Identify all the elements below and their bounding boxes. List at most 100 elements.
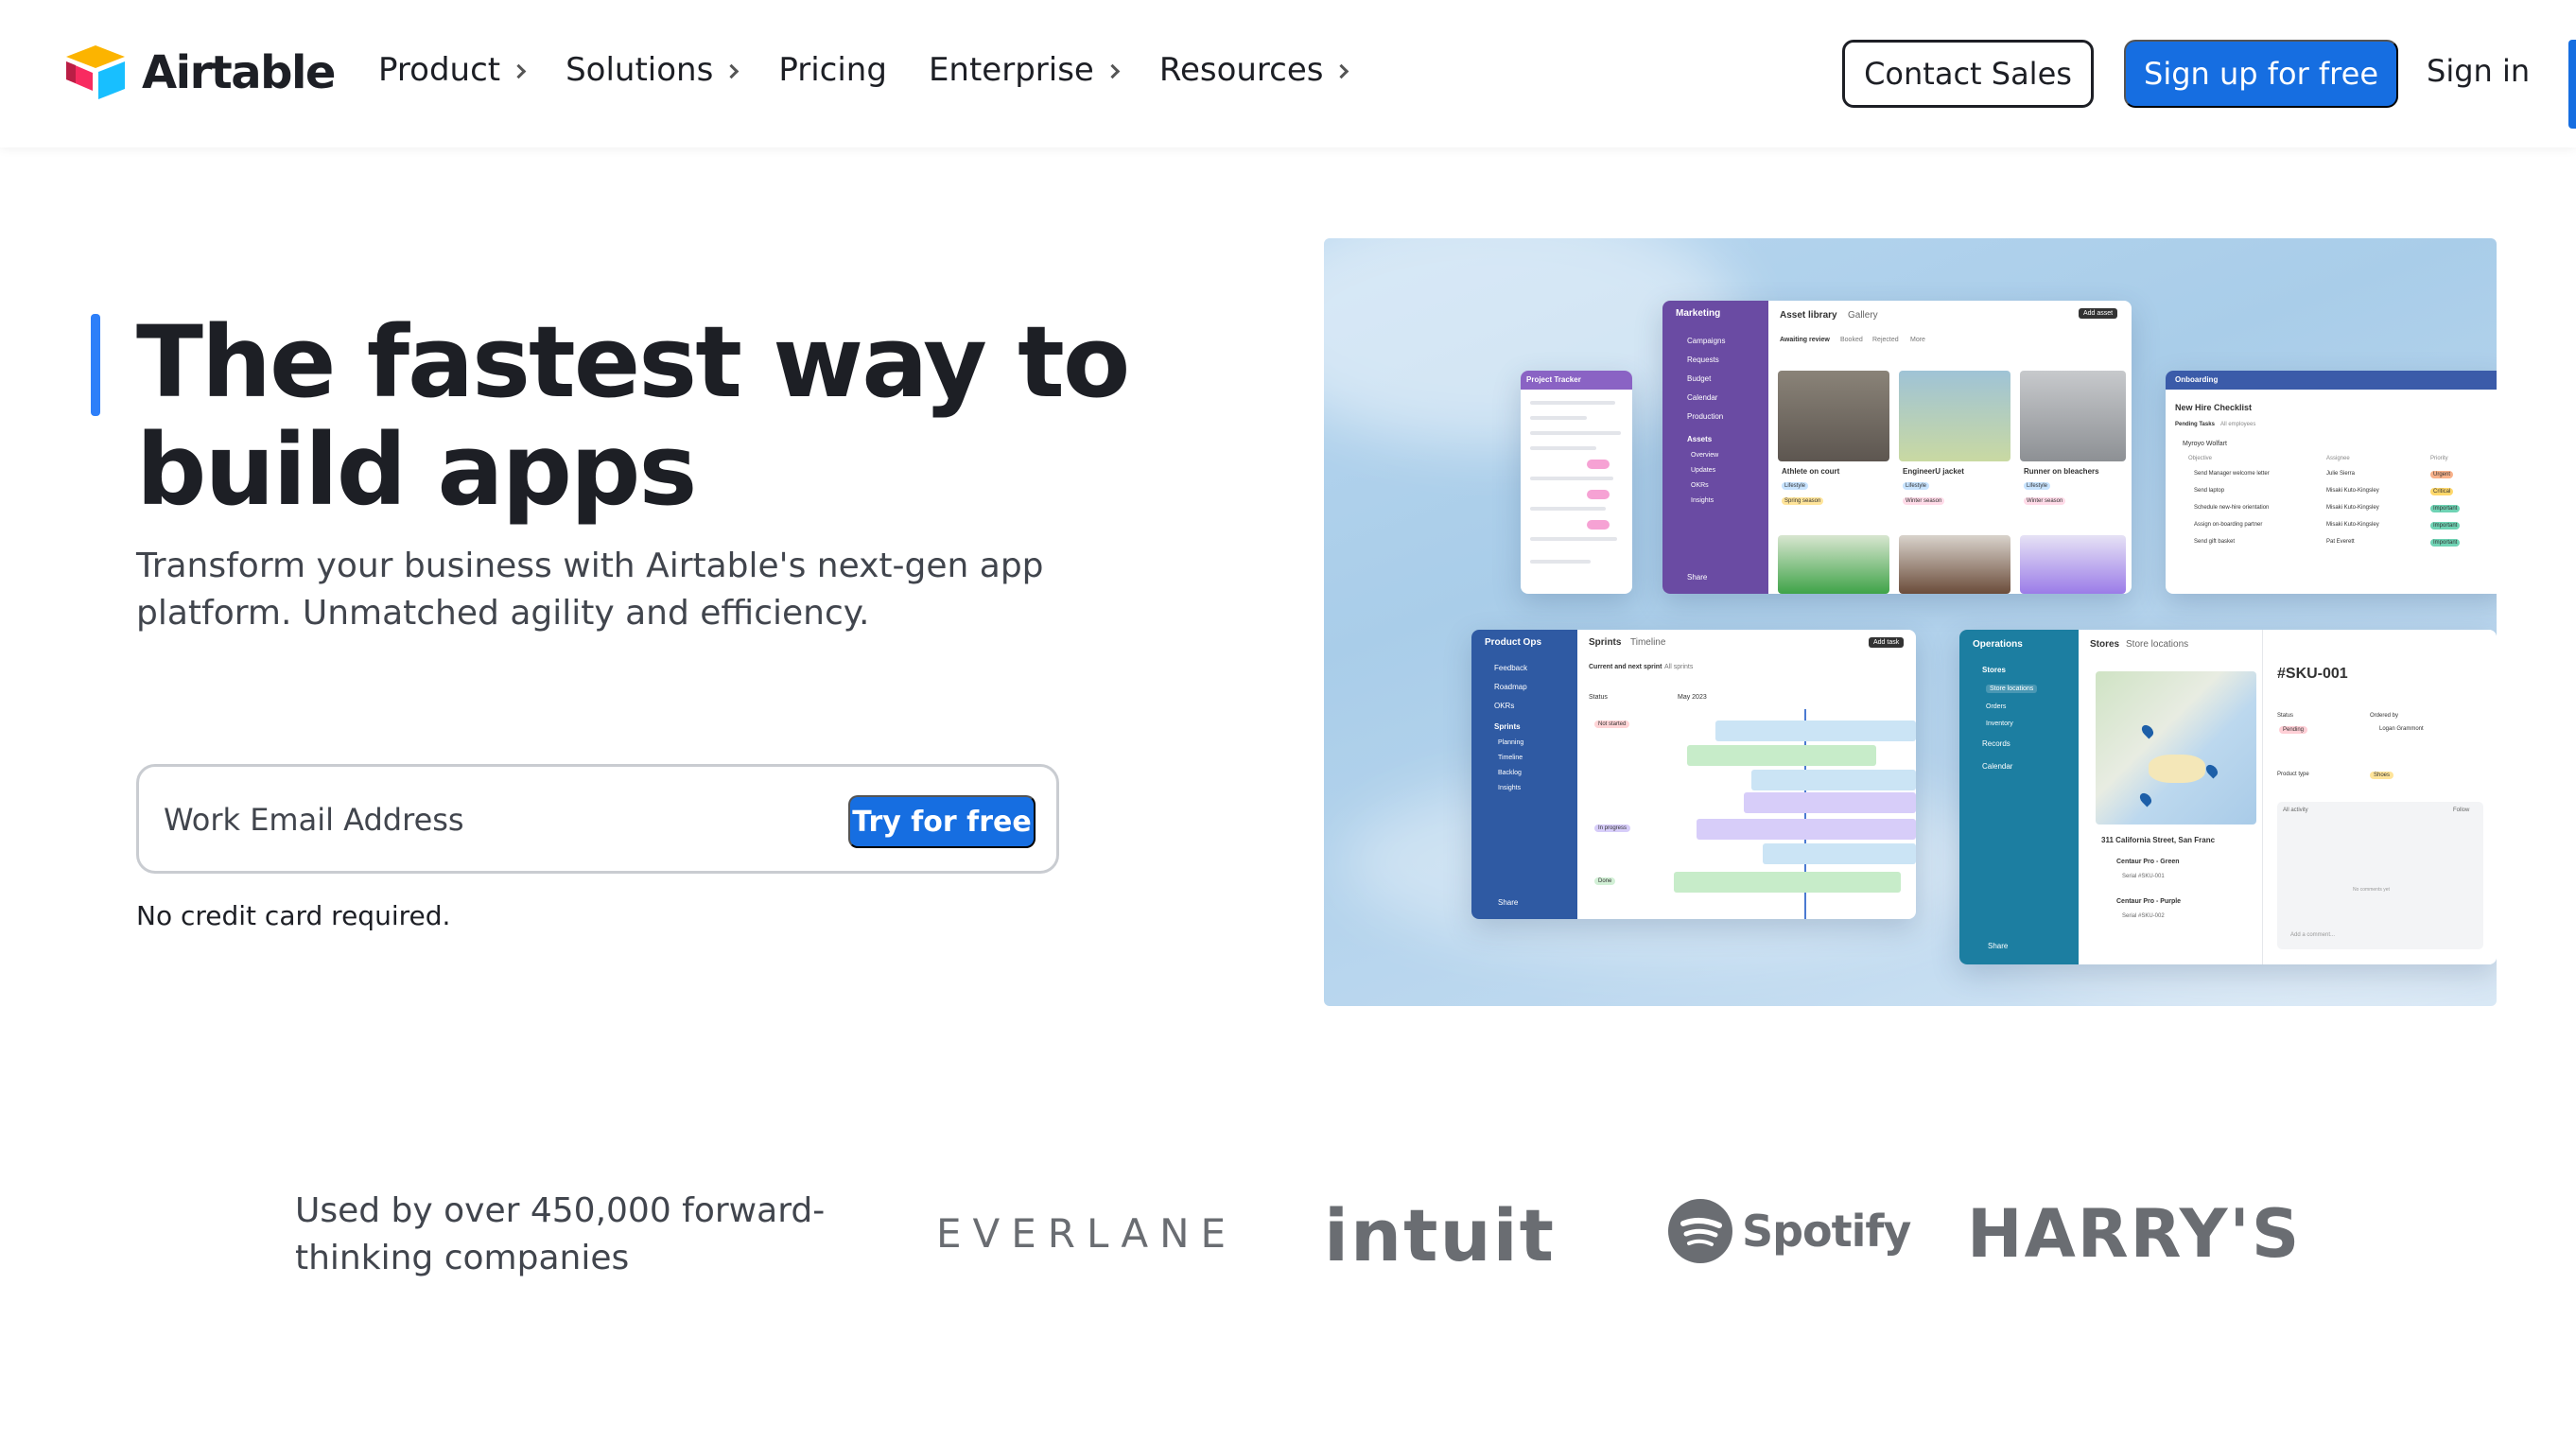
hero-subtitle-line1: Transform your business with Airtable's … xyxy=(136,547,1044,585)
spotify-logo: Spotify xyxy=(1668,1199,1911,1263)
store-map xyxy=(2096,671,2256,825)
nav-solutions[interactable]: Solutions xyxy=(566,51,740,89)
timeline-group: Done xyxy=(1594,877,1616,885)
sprints-view-name: Timeline xyxy=(1630,637,1666,648)
product-preview-image: Project Tracker Marketing Campaigns Requ… xyxy=(1324,238,2497,1006)
asset-tag: Winter season xyxy=(2024,497,2066,505)
product-ops-nav-item: Feedback xyxy=(1494,664,1528,672)
hero-title: The fastest way to build apps xyxy=(136,308,1176,524)
project-tracker-card: Project Tracker xyxy=(1521,371,1632,594)
sign-up-button[interactable]: Sign up for free xyxy=(2124,40,2398,108)
product-ops-nav-item: OKRs xyxy=(1494,702,1515,710)
top-navbar: Airtable Product Solutions Pricing Enter… xyxy=(0,0,2576,148)
sku-ordered-by-label: Ordered by xyxy=(2370,713,2399,719)
marketing-view-name: Gallery xyxy=(1848,310,1878,321)
hero-title-line1: The fastest way to xyxy=(136,304,1130,420)
onboarding-priority: Critical xyxy=(2430,488,2454,495)
operations-nav-item: Store locations xyxy=(1986,685,2038,693)
marketing-nav-item: Requests xyxy=(1687,356,1719,364)
brand-name: Airtable xyxy=(142,46,336,99)
contact-sales-button[interactable]: Contact Sales xyxy=(1842,40,2094,108)
onboarding-assignee: Misaki Kuto-Kingsley xyxy=(2326,505,2379,511)
sprints-table-name: Sprints xyxy=(1589,637,1622,648)
sku-no-comments: No comments yet xyxy=(2353,887,2390,893)
try-for-free-button[interactable]: Try for free xyxy=(848,795,1036,848)
marketing-nav-item: Assets xyxy=(1687,435,1713,443)
marketing-share: Share xyxy=(1687,573,1708,582)
sku-follow: Follow xyxy=(2453,807,2470,813)
stores-table-name: Stores xyxy=(2090,639,2120,650)
nav-enterprise-label: Enterprise xyxy=(928,51,1094,89)
no-credit-card-note: No credit card required. xyxy=(136,900,451,931)
nav-enterprise[interactable]: Enterprise xyxy=(928,51,1121,89)
product-ops-nav-item: Sprints xyxy=(1494,722,1521,731)
product-ops-share: Share xyxy=(1498,898,1519,907)
marketing-nav-item: Production xyxy=(1687,412,1724,421)
store-item-serial: Serial #SKU-002 xyxy=(2122,913,2165,919)
asset-item-name: Athlete on court xyxy=(1782,467,1840,476)
onboarding-priority: Important xyxy=(2430,505,2461,512)
onboarding-task: Assign on-boarding partner xyxy=(2194,522,2263,528)
sku-status-value: Pending xyxy=(2279,726,2308,734)
chevron-right-icon xyxy=(1334,63,1349,78)
asset-tag: Lifestyle xyxy=(1782,482,1809,490)
onboarding-priority: Important xyxy=(2430,522,2461,530)
marketing-nav-item: Overview xyxy=(1691,452,1719,459)
nav-pricing[interactable]: Pricing xyxy=(778,51,887,89)
marketing-nav-item: Calendar xyxy=(1687,393,1718,402)
airtable-logo[interactable]: Airtable xyxy=(62,43,336,102)
operations-nav-item: Stores xyxy=(1982,666,2006,674)
asset-tag: Winter season xyxy=(1903,497,1945,505)
onboarding-col-header: Priority xyxy=(2430,456,2448,461)
onboarding-title: New Hire Checklist xyxy=(2175,403,2253,412)
sign-in-link[interactable]: Sign in xyxy=(2427,53,2530,89)
onboarding-assignee: Misaki Kuto-Kingsley xyxy=(2326,488,2379,494)
timeline-month: May 2023 xyxy=(1678,694,1707,701)
nav-resources-label: Resources xyxy=(1158,51,1324,89)
operations-nav-item: Orders xyxy=(1986,703,2007,710)
marketing-add-asset: Add asset xyxy=(2079,308,2118,319)
marketing-nav-item: Insights xyxy=(1691,497,1714,504)
marketing-nav-item: Budget xyxy=(1687,374,1712,383)
nav-resources[interactable]: Resources xyxy=(1158,51,1349,89)
store-item: Centaur Pro - Green xyxy=(2116,859,2180,865)
timeline-group: Not started xyxy=(1594,720,1630,728)
hero-accent-bar xyxy=(91,314,100,416)
harrys-logo: HARRY'S xyxy=(1967,1195,2302,1273)
operations-workspace-label: Operations xyxy=(1973,639,2023,650)
sku-status-label: Status xyxy=(2277,713,2294,719)
nav-product-label: Product xyxy=(378,51,501,89)
sku-comment-input: Add a comment... xyxy=(2290,932,2336,938)
nav-pricing-label: Pricing xyxy=(778,51,887,89)
airtable-logo-icon xyxy=(66,45,125,99)
customer-count-line1: Used by over 450,000 forward- xyxy=(295,1191,826,1230)
onboarding-workspace-label: Onboarding xyxy=(2175,375,2219,384)
chevron-right-icon xyxy=(511,63,527,78)
asset-tag: Spring season xyxy=(1782,497,1824,505)
edge-widget[interactable] xyxy=(2568,40,2576,129)
store-item-serial: Serial #SKU-001 xyxy=(2122,874,2165,879)
onboarding-task: Send Manager welcome letter xyxy=(2194,471,2270,477)
product-ops-card: Product Ops Feedback Roadmap OKRs Sprint… xyxy=(1471,630,1916,919)
timeline-status-header: Status xyxy=(1589,694,1608,701)
hero-subtitle: Transform your business with Airtable's … xyxy=(136,543,1053,637)
sku-product-type-value: Shoes xyxy=(2370,772,2394,779)
hero-subtitle-line2: platform. Unmatched agility and efficien… xyxy=(136,594,870,633)
product-ops-nav-item: Backlog xyxy=(1498,770,1522,776)
nav-product[interactable]: Product xyxy=(378,51,527,89)
intuit-logo: intuit xyxy=(1324,1193,1556,1277)
customer-count-line2: thinking companies xyxy=(295,1239,630,1277)
sprints-add-task: Add task xyxy=(1869,637,1905,648)
marketing-nav-item: Campaigns xyxy=(1687,337,1726,345)
marketing-tab: More xyxy=(1910,337,1925,343)
onboarding-assignee: Pat Everett xyxy=(2326,539,2355,545)
operations-nav-item: Calendar xyxy=(1982,762,2013,771)
operations-share: Share xyxy=(1988,942,2009,950)
asset-tag: Lifestyle xyxy=(1903,482,1930,490)
onboarding-priority: Important xyxy=(2430,539,2461,547)
marketing-nav-item: Updates xyxy=(1691,467,1716,474)
operations-nav-item: Records xyxy=(1982,739,2010,748)
hero-title-line2: build apps xyxy=(136,412,697,528)
work-email-input[interactable] xyxy=(164,795,769,844)
onboarding-priority: Urgent xyxy=(2430,471,2454,478)
